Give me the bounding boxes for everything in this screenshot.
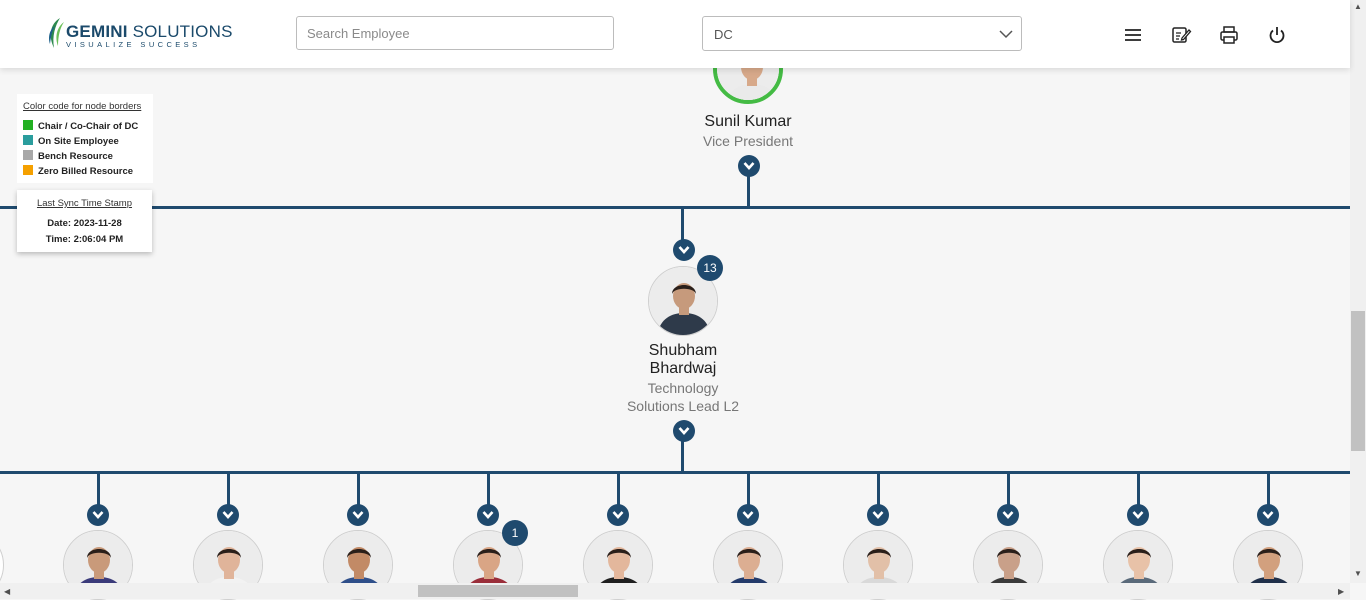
collapse-employee-button[interactable] bbox=[87, 504, 109, 526]
connector-line bbox=[97, 474, 100, 506]
collapse-employee-button[interactable] bbox=[867, 504, 889, 526]
search-employee-input[interactable] bbox=[296, 16, 614, 50]
chevron-down-icon bbox=[92, 511, 104, 519]
menu-button[interactable] bbox=[1122, 24, 1144, 46]
sync-date: Date: 2023-11-28 bbox=[47, 218, 122, 229]
menu-icon bbox=[1125, 29, 1141, 41]
chevron-down-icon bbox=[742, 511, 754, 519]
connector-line bbox=[1007, 474, 1010, 506]
connector-line bbox=[617, 474, 620, 506]
logo-text-bold: GEMINI bbox=[66, 22, 128, 41]
expand-lead-button[interactable] bbox=[673, 420, 695, 442]
vertical-scrollbar-thumb[interactable] bbox=[1351, 311, 1365, 451]
logo-tagline: VISUALIZE SUCCESS bbox=[66, 40, 201, 49]
print-button[interactable] bbox=[1218, 24, 1240, 46]
scroll-right-arrow-icon[interactable]: ▶ bbox=[1338, 587, 1344, 596]
logo-text: GEMINI SOLUTIONS bbox=[66, 22, 233, 42]
collapse-employee-button[interactable] bbox=[347, 504, 369, 526]
border-color-legend: Color code for node borders Chair / Co-C… bbox=[17, 94, 153, 183]
chevron-down-icon bbox=[482, 511, 494, 519]
collapse-employee-button[interactable] bbox=[1127, 504, 1149, 526]
edit-note-icon bbox=[1172, 27, 1192, 43]
legend-swatch bbox=[23, 150, 33, 160]
edit-note-button[interactable] bbox=[1170, 24, 1192, 46]
collapse-employee-button[interactable] bbox=[737, 504, 759, 526]
leaf-logo-icon bbox=[49, 18, 64, 48]
lead-employee-name-line1: Shubham bbox=[648, 342, 718, 359]
chevron-down-icon bbox=[1132, 511, 1144, 519]
chevron-down-icon bbox=[1262, 511, 1274, 519]
last-sync-card: Last Sync Time Stamp Date: 2023-11-28 Ti… bbox=[17, 190, 152, 252]
root-employee-designation: Vice President bbox=[702, 133, 793, 149]
department-select[interactable]: DC bbox=[702, 16, 1022, 51]
legend-label: On Site Employee bbox=[38, 136, 119, 147]
sync-time: Time: 2:06:04 PM bbox=[45, 234, 124, 245]
expand-root-button[interactable] bbox=[738, 155, 760, 177]
legend-label: Zero Billed Resource bbox=[38, 166, 134, 177]
lead-employee-name-line2: Bhardwaj bbox=[649, 360, 717, 377]
reports-count-badge: 1 bbox=[502, 520, 528, 546]
top-header: GEMINI SOLUTIONS VISUALIZE SUCCESS DC bbox=[0, 0, 1350, 68]
connector-line bbox=[0, 206, 1350, 209]
lead-employee-designation-line1: Technology bbox=[647, 380, 719, 396]
scroll-left-arrow-icon[interactable]: ◀ bbox=[4, 587, 10, 596]
chevron-down-icon bbox=[222, 511, 234, 519]
connector-line bbox=[747, 474, 750, 506]
connector-line bbox=[747, 175, 750, 207]
logout-button[interactable] bbox=[1266, 24, 1288, 46]
collapse-employee-button[interactable] bbox=[477, 504, 499, 526]
legend-label: Bench Resource bbox=[38, 151, 113, 162]
chevron-down-icon bbox=[1002, 511, 1014, 519]
lead-employee-designation-line2: Solutions Lead L2 bbox=[626, 398, 740, 414]
sync-title: Last Sync Time Stamp bbox=[36, 198, 133, 209]
connector-line bbox=[1267, 474, 1270, 506]
chevron-down-icon bbox=[612, 511, 624, 519]
chevron-down-icon bbox=[352, 511, 364, 519]
chevron-down-icon bbox=[678, 427, 690, 435]
connector-line bbox=[1137, 474, 1140, 506]
chevron-down-icon bbox=[872, 511, 884, 519]
connector-line bbox=[681, 440, 684, 472]
chevron-down-icon bbox=[999, 30, 1013, 39]
collapse-employee-button[interactable] bbox=[1257, 504, 1279, 526]
legend-swatch bbox=[23, 120, 33, 130]
horizontal-scrollbar[interactable] bbox=[0, 583, 1350, 599]
connector-line bbox=[227, 474, 230, 506]
collapse-employee-button[interactable] bbox=[217, 504, 239, 526]
chevron-down-icon bbox=[678, 246, 690, 254]
power-icon bbox=[1269, 27, 1285, 44]
legend-title: Color code for node borders bbox=[23, 101, 142, 112]
logo-text-regular: SOLUTIONS bbox=[127, 22, 233, 41]
legend-swatch bbox=[23, 165, 33, 175]
connector-line bbox=[0, 471, 1350, 474]
connector-line bbox=[681, 208, 684, 240]
vertical-scrollbar[interactable] bbox=[1350, 0, 1366, 583]
scroll-down-arrow-icon[interactable]: ▼ bbox=[1354, 569, 1362, 578]
print-icon bbox=[1220, 26, 1238, 44]
scroll-up-arrow-icon[interactable]: ▲ bbox=[1354, 2, 1362, 11]
legend-swatch bbox=[23, 135, 33, 145]
connector-line bbox=[877, 474, 880, 506]
gemini-logo[interactable]: GEMINI SOLUTIONS VISUALIZE SUCCESS bbox=[46, 16, 232, 52]
chevron-down-icon bbox=[743, 162, 755, 170]
collapse-employee-button[interactable] bbox=[997, 504, 1019, 526]
legend-label: Chair / Co-Chair of DC bbox=[38, 121, 139, 132]
connector-line bbox=[487, 474, 490, 506]
collapse-employee-button[interactable] bbox=[607, 504, 629, 526]
collapse-lead-button[interactable] bbox=[673, 239, 695, 261]
reports-count-badge: 13 bbox=[697, 255, 723, 281]
root-employee-name: Sunil Kumar bbox=[704, 113, 792, 130]
department-select-value: DC bbox=[714, 27, 733, 42]
connector-line bbox=[357, 474, 360, 506]
horizontal-scrollbar-thumb[interactable] bbox=[418, 585, 578, 597]
